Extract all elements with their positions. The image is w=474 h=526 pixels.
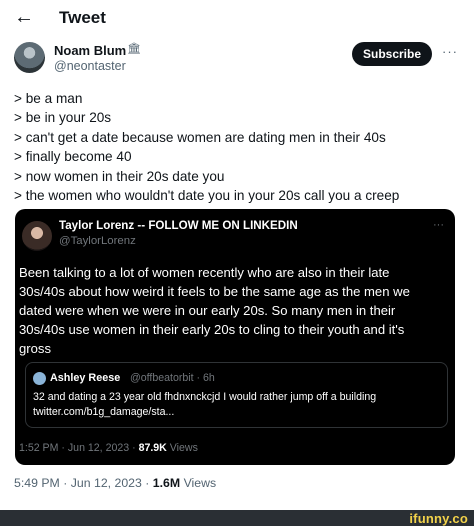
quoted-line: Been talking to a lot of women recently …	[19, 265, 390, 280]
tweet-line: > finally become 40	[14, 149, 132, 165]
tweet-line: > be in your 20s	[14, 110, 112, 126]
quoted-line: dated were when we were in our early 20s…	[19, 303, 396, 318]
nested-quoted-tweet[interactable]: Ashley Reese @offbeatorbit · 6h 32 and d…	[25, 362, 448, 428]
subscribe-button[interactable]: Subscribe	[352, 42, 432, 66]
quoted-line: 30s/40s use women in their early 20s to …	[19, 322, 405, 337]
tweet-time[interactable]: 5:49 PM	[14, 476, 60, 490]
tweet-line: > now women in their 20s date you	[14, 168, 225, 184]
nested-line: 32 and dating a 23 year old fhdnxnckcjd …	[33, 391, 377, 403]
quoted-tweet-meta: 1:52 PM · Jun 12, 2023 · 87.9K Views	[19, 442, 198, 454]
watermark-logo: ifunny.co	[409, 511, 468, 526]
more-horizontal-icon[interactable]: ···	[442, 44, 458, 59]
tweet-line: > be a man	[14, 91, 83, 106]
nested-tweet-text: 32 and dating a 23 year old fhdnxnckcjd …	[33, 390, 443, 420]
tweet-text: > be a man > be in your 20s > can't get …	[14, 89, 460, 205]
nested-avatar	[33, 372, 46, 385]
quoted-time: 1:52 PM	[19, 442, 59, 454]
views-count: 1.6M	[152, 476, 181, 490]
quoted-line: gross	[19, 341, 52, 356]
quoted-date: Jun 12, 2023	[67, 442, 130, 454]
quoted-views-count: 87.9K	[138, 442, 167, 454]
tweet-line: > the women who wouldn't date you in you…	[14, 188, 400, 204]
quoted-tweet-card[interactable]: Taylor Lorenz -- FOLLOW ME ON LINKEDIN @…	[15, 209, 455, 465]
top-bar: ← Tweet	[0, 0, 474, 38]
page-title: Tweet	[59, 8, 106, 27]
quoted-author-handle[interactable]: @TaylorLorenz	[59, 235, 136, 247]
quoted-tweet-text: Been talking to a lot of women recently …	[19, 263, 447, 358]
quoted-views-label: Views	[169, 442, 198, 454]
nested-link[interactable]: twitter.com/b1g_damage/sta...	[33, 405, 443, 420]
tweet-date[interactable]: Jun 12, 2023	[71, 476, 142, 490]
back-arrow-icon[interactable]: ←	[14, 6, 34, 28]
tweet-meta: 5:49 PM · Jun 12, 2023 · 1.6M Views	[14, 476, 217, 490]
quoted-line: 30s/40s about how weird it feels to be t…	[19, 284, 410, 299]
views-label: Views	[183, 476, 217, 490]
avatar[interactable]	[14, 42, 45, 73]
watermark-bar: ifunny.co	[0, 510, 474, 526]
more-horizontal-icon[interactable]: ···	[433, 219, 444, 231]
tweet-line: > can't get a date because women are dat…	[14, 129, 386, 145]
quoted-author-name[interactable]: Taylor Lorenz -- FOLLOW ME ON LINKEDIN	[59, 219, 298, 232]
author-name[interactable]: Noam Blum	[54, 43, 126, 58]
quoted-avatar[interactable]	[22, 221, 52, 251]
nested-author-name: Ashley Reese	[50, 372, 121, 384]
nested-author-handle: @offbeatorbit · 6h	[130, 372, 215, 384]
author-handle[interactable]: @neontaster	[54, 59, 126, 73]
institution-badge-icon: 🏛	[127, 43, 141, 55]
author-row: Noam Blum 🏛 @neontaster Subscribe ···	[14, 42, 460, 74]
